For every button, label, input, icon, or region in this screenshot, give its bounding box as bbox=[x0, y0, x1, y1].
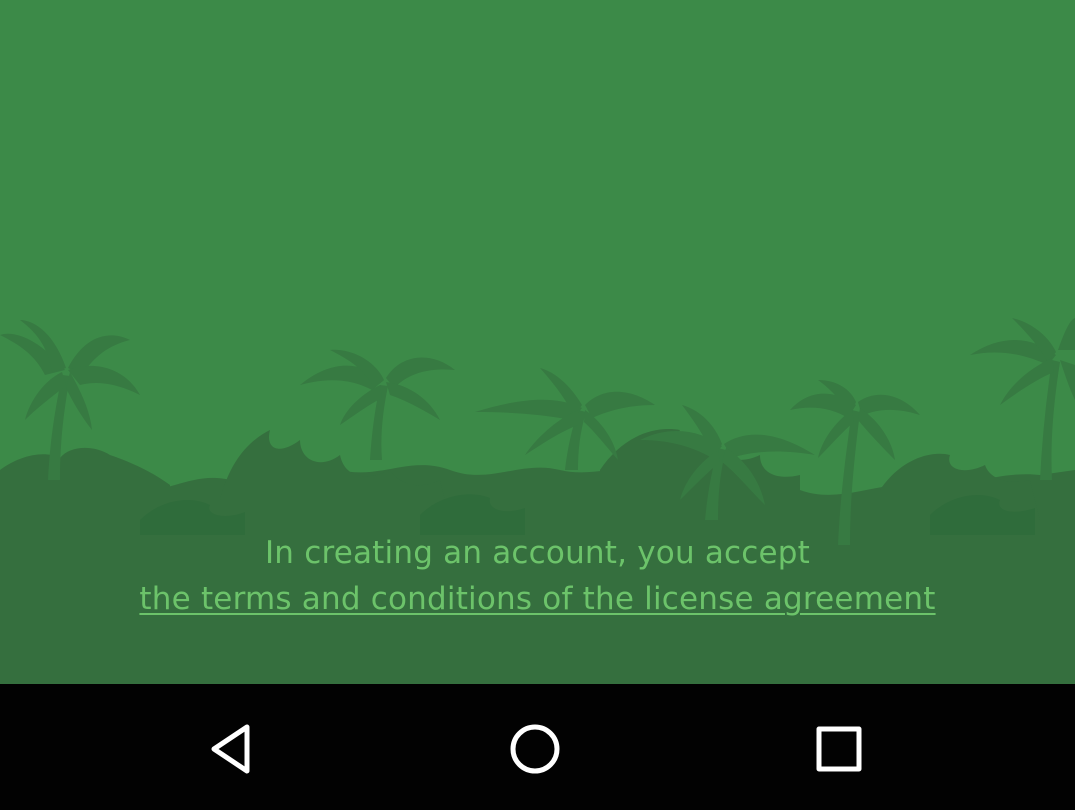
recents-button[interactable] bbox=[794, 704, 884, 794]
home-circle-icon bbox=[510, 724, 560, 774]
home-button[interactable] bbox=[490, 704, 580, 794]
app-screen: In creating an account, you accept the t… bbox=[0, 0, 1075, 684]
back-triangle-icon bbox=[211, 724, 250, 774]
terms-notice: In creating an account, you accept the t… bbox=[0, 530, 1075, 622]
back-button[interactable] bbox=[187, 704, 277, 794]
terms-intro-text: In creating an account, you accept bbox=[264, 535, 811, 571]
system-navigation-bar bbox=[0, 684, 1075, 810]
recents-square-icon bbox=[816, 726, 862, 772]
license-agreement-link[interactable]: the terms and conditions of the license … bbox=[139, 576, 935, 622]
